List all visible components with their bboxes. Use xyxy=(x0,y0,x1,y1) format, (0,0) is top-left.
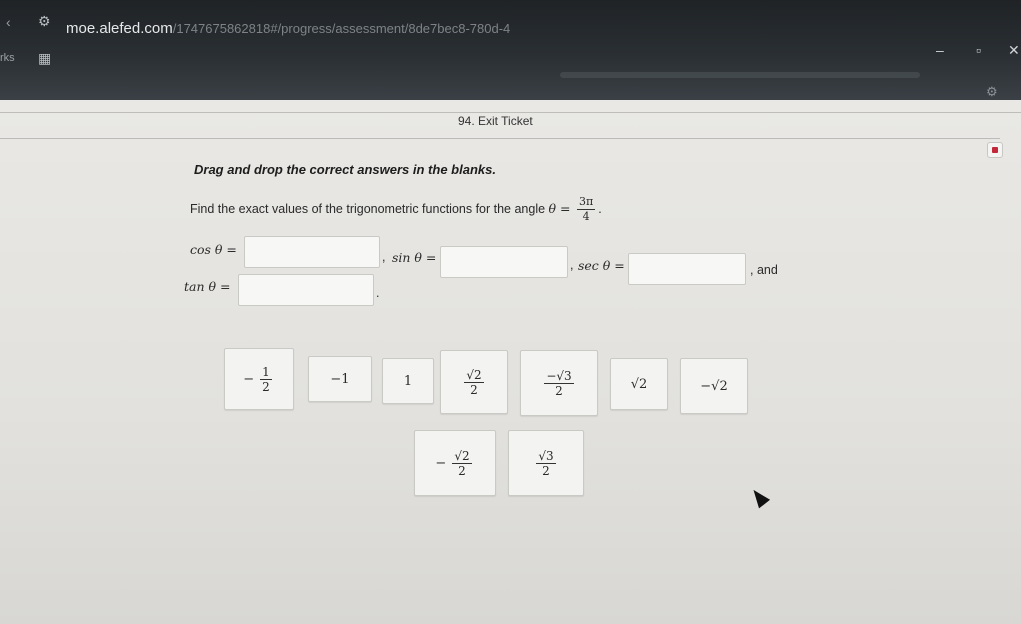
tile-sign: − xyxy=(243,371,255,387)
answer-tile-sqrt2-over-2[interactable]: √2 2 xyxy=(440,350,508,414)
sec-drop-zone[interactable] xyxy=(628,253,746,285)
browser-chrome: ‹ ⚙ moe.alefed.com/1747675862818#/progre… xyxy=(0,0,1021,100)
angle-fraction: 3π 4 xyxy=(577,195,596,224)
sin-drop-zone[interactable] xyxy=(440,246,568,278)
sec-label: sec θ = xyxy=(578,258,625,273)
url-host: moe.alefed.com xyxy=(66,20,173,37)
period: . xyxy=(376,286,380,300)
answer-tile-sqrt3-over-2[interactable]: √3 2 xyxy=(508,430,584,496)
tile-denominator: 2 xyxy=(470,382,478,397)
theta-equals: θ = xyxy=(548,200,571,216)
answer-tile-neg-one[interactable]: −1 xyxy=(308,356,372,402)
tile-fraction: √2 2 xyxy=(464,367,484,397)
answer-tile-neg-sqrt2-over-2[interactable]: − √2 2 xyxy=(414,430,496,496)
divider xyxy=(0,138,1000,139)
stop-button[interactable] xyxy=(987,142,1003,158)
instruction-text: Drag and drop the correct answers in the… xyxy=(194,162,496,177)
tile-fraction: √3 2 xyxy=(536,448,556,478)
sin-label: sin θ = xyxy=(392,250,437,265)
cos-label: cos θ = xyxy=(190,242,237,257)
tile-value: −1 xyxy=(330,371,350,387)
tile-numerator: −√3 xyxy=(544,368,574,384)
answer-tile-one[interactable]: 1 xyxy=(382,358,434,404)
back-icon[interactable]: ‹ xyxy=(6,14,11,30)
minimize-icon[interactable]: – xyxy=(936,42,944,58)
answer-tile-sqrt2[interactable]: √2 xyxy=(610,358,668,410)
tile-value: 1 xyxy=(403,373,413,389)
tile-numerator: 1 xyxy=(260,364,272,380)
separator: , xyxy=(570,258,574,272)
site-settings-icon[interactable]: ⚙ xyxy=(38,13,51,30)
tile-denominator: 2 xyxy=(262,379,270,394)
tile-numerator: √3 xyxy=(536,448,556,464)
separator: , xyxy=(382,250,386,264)
tile-fraction: −√3 2 xyxy=(544,368,574,398)
tile-denominator: 2 xyxy=(555,383,563,398)
tile-denominator: 2 xyxy=(458,463,466,478)
tile-denominator: 2 xyxy=(542,463,550,478)
page-title: 94. Exit Ticket xyxy=(458,114,533,128)
tile-numerator: √2 xyxy=(464,367,484,383)
divider xyxy=(0,112,1021,113)
url-path: /1747675862818#/progress/assessment/8de7… xyxy=(172,21,511,36)
settings-icon[interactable]: ⚙ xyxy=(986,84,998,100)
tile-sign: − xyxy=(435,455,447,471)
tan-drop-zone[interactable] xyxy=(238,274,374,306)
cos-drop-zone[interactable] xyxy=(244,236,380,268)
answer-tile-neg-one-half[interactable]: − 1 2 xyxy=(224,348,294,410)
tile-value: −√2 xyxy=(700,378,728,394)
tile-fraction: 1 2 xyxy=(260,365,272,394)
tile-fraction: √2 2 xyxy=(452,448,472,478)
tab-label[interactable]: rks xyxy=(0,52,15,64)
close-icon[interactable]: ✕ xyxy=(1008,42,1020,59)
apps-grid-icon[interactable]: ▦ xyxy=(38,50,51,67)
tile-numerator: √2 xyxy=(452,448,472,464)
address-bar[interactable]: moe.alefed.com/1747675862818#/progress/a… xyxy=(66,20,510,37)
maximize-icon[interactable]: ▫ xyxy=(976,42,981,58)
stop-icon xyxy=(992,147,998,153)
question-text: Find the exact values of the trigonometr… xyxy=(190,195,602,224)
tan-label: tan θ = xyxy=(184,279,231,294)
and-text: , and xyxy=(750,263,778,277)
angle-denominator: 4 xyxy=(582,210,590,223)
answer-tile-neg-sqrt3-over-2[interactable]: −√3 2 xyxy=(520,350,598,416)
answer-tile-neg-sqrt2[interactable]: −√2 xyxy=(680,358,748,414)
assessment-page: 94. Exit Ticket Drag and drop the correc… xyxy=(0,100,1021,624)
toolbar-blur xyxy=(560,72,920,78)
question-suffix: . xyxy=(598,201,602,216)
tile-value: √2 xyxy=(630,376,648,392)
question-prefix: Find the exact values of the trigonometr… xyxy=(190,201,546,216)
angle-numerator: 3π xyxy=(577,195,596,210)
